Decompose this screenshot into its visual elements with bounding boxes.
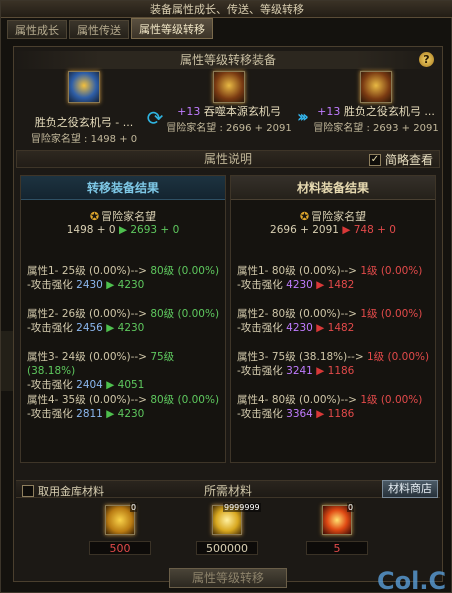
attr-row: 属性3- 24级 (0.00%)--> 75级 (38.18%) -攻击强化 2… [27,351,175,391]
main-panel: 属性等级转移装备 ? 胜负之役玄机弓 - ... 冒险家名望 : 1498 + … [13,46,443,582]
attr-row: 属性2- 80级 (0.00%)--> 1级 (0.00%) -攻击强化 423… [237,308,423,334]
attr-row: 属性2- 26级 (0.00%)--> 80级 (0.00%) -攻击强化 24… [27,308,220,334]
arrow-up-icon: ▶ [118,224,128,236]
medal-icon: ✪ [89,210,100,223]
transfer-result-column: 转移装备结果 ✪ 冒险家名望 1498 + 0 ▶ 2693 + 0 属性1- 2… [20,175,226,463]
material-result-column: 材料装备结果 ✪ 冒险家名望 2696 + 2091 ▶ 748 + 0 属性1-… [230,175,436,463]
material-item[interactable]: 0 5 [297,503,377,555]
target-equip[interactable]: +13 吞噬本源玄机弓 冒险家名望 : 2696 + 2091 [159,71,299,134]
source-equip[interactable]: 胜负之役玄机弓 - ... 冒险家名望 : 1498 + 0 [14,71,154,145]
help-icon[interactable]: ? [419,52,434,67]
section-title: 属性等级转移装备 [14,51,442,69]
material-shop-button[interactable]: 材料商店 [382,480,438,498]
source-equip-rep: 冒险家名望 : 1498 + 0 [30,134,138,145]
arrow-down-icon: ▶ [342,224,351,236]
material-result-title: 材料装备结果 [231,176,435,200]
attr-row: 属性4- 80级 (0.00%)--> 1级 (0.00%) -攻击强化 336… [237,394,423,420]
attr-row: 属性3- 75级 (38.18%)--> 1级 (0.00%) -攻击强化 32… [237,351,430,377]
tab-level-transfer[interactable]: 属性等级转移 [131,18,213,39]
attr-row: 属性1- 80级 (0.00%)--> 1级 (0.00%) -攻击强化 423… [237,265,423,291]
attr-desc-title: 属性说明 [203,152,252,166]
material-item[interactable]: 9999999 500000 [187,503,267,555]
simple-view-checkbox[interactable]: ✓ [368,154,381,166]
material-required: 5 [306,541,368,555]
medal-icon: ✪ [299,210,310,223]
watermark-logo: Col.C [377,567,447,593]
materials-list: 0 500 9999999 500000 0 5 [14,503,442,565]
materials-bar: 所需材料 取用金库材料 材料商店 [16,480,440,498]
simple-view-toggle[interactable]: ✓ 简略查看 [368,152,433,168]
target-equip-name: +13 吞噬本源玄机弓 [177,105,281,118]
transfer-window: 装备属性成长、传送、等级转移 属性成长 属性传送 属性等级转移 属性等级转移装备… [0,0,452,593]
window-title: 装备属性成长、传送、等级转移 [1,1,452,18]
bow-icon[interactable] [68,71,100,103]
level-transfer-button[interactable]: 属性等级转移 [169,568,287,588]
bow-icon[interactable] [213,71,245,103]
attr-desc-bar: 属性说明 ✓ 简略查看 [16,150,440,168]
material-required: 500 [89,541,151,555]
transfer-result-title: 转移装备结果 [21,176,225,200]
bow-icon[interactable] [360,71,392,103]
rep-summary: ✪ 冒险家名望 1498 + 0 ▶ 2693 + 0 [66,210,180,236]
rep-summary: ✪ 冒险家名望 2696 + 2091 ▶ 748 + 0 [270,210,396,236]
simple-view-label: 简略查看 [384,153,433,167]
attr-row: 属性4- 35级 (0.00%)--> 80级 (0.00%) -攻击强化 28… [27,394,220,420]
side-strip [1,331,13,391]
material-required: 500000 [196,541,258,555]
use-vault-label: 取用金库材料 [38,485,104,498]
equip-row: 胜负之役玄机弓 - ... 冒险家名望 : 1498 + 0 ⟳ +13 吞噬本… [14,69,442,145]
tab-bar: 属性成长 属性传送 属性等级转移 [7,18,213,39]
result-equip-name: +13 胜负之役玄机弓 ... [317,105,435,118]
source-equip-name: 胜负之役玄机弓 - ... [34,116,134,129]
material-item[interactable]: 0 500 [80,503,160,555]
attr-row: 属性1- 25级 (0.00%)--> 80级 (0.00%) -攻击强化 24… [27,265,220,291]
target-equip-rep: 冒险家名望 : 2696 + 2091 [166,123,292,134]
use-vault-checkbox[interactable] [22,485,34,497]
result-equip-rep: 冒险家名望 : 2693 + 2091 [313,123,439,134]
tab-attr-transfer[interactable]: 属性传送 [69,20,129,39]
tab-attr-growth[interactable]: 属性成长 [7,20,67,39]
use-vault-toggle[interactable]: 取用金库材料 [22,483,104,499]
result-equip[interactable]: +13 胜负之役玄机弓 ... 冒险家名望 : 2693 + 2091 [306,71,446,134]
